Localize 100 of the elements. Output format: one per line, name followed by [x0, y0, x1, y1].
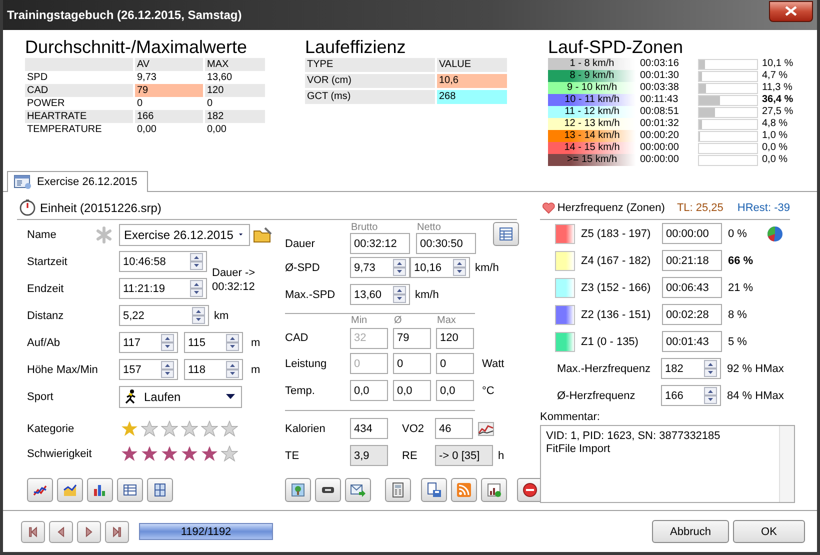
area-chart-button[interactable] — [57, 478, 83, 502]
spin-buttons[interactable] — [190, 280, 203, 297]
time-field[interactable]: 00:32:12 — [350, 233, 410, 254]
time-field[interactable]: 00:02:28 — [662, 304, 722, 325]
mail-forward-icon — [350, 482, 366, 498]
table-cell: GCT (ms) — [305, 90, 435, 104]
line-chart-button[interactable] — [27, 478, 53, 502]
field-label: Sport — [27, 390, 54, 402]
bar-chart-button[interactable] — [87, 478, 113, 502]
readonly-field[interactable]: 3,9 — [350, 445, 388, 466]
time-field[interactable]: 00:30:50 — [416, 233, 476, 254]
spin-buttons[interactable] — [393, 259, 406, 276]
field-label: Kategorie — [27, 422, 76, 434]
column-header: TYPE — [305, 58, 435, 72]
table-cell-text: 9,73 — [136, 71, 158, 84]
zone-label: >= 15 km/h — [548, 154, 636, 166]
window-icon — [14, 175, 32, 189]
unit-label: m — [251, 336, 260, 348]
duration-label: Dauer -> — [212, 267, 256, 279]
table-cell-text: 00:08:51 — [639, 106, 680, 118]
calculator-button[interactable] — [385, 478, 411, 502]
spin-buttons[interactable] — [161, 334, 174, 351]
field-label: Dauer — [285, 238, 316, 250]
field-label: Temp. — [285, 384, 316, 396]
picture-icon — [290, 482, 306, 498]
star-rating[interactable] — [121, 420, 238, 437]
time-field[interactable]: 00:06:43 — [662, 277, 722, 298]
spin-buttons[interactable] — [161, 361, 174, 378]
mail-forward-button[interactable] — [345, 478, 371, 502]
percent-value: 5 % — [728, 336, 747, 348]
spin-buttons[interactable] — [704, 387, 717, 404]
chart-add-icon — [486, 482, 502, 498]
field-label: Name — [27, 228, 58, 240]
scrollbar[interactable] — [779, 426, 794, 502]
spin-buttons[interactable] — [453, 259, 466, 276]
zone-label: 10 - 11 km/h — [548, 94, 636, 106]
panel-heading: Durchschnitt-/Maximalwerte — [25, 36, 248, 58]
spin-buttons[interactable] — [226, 334, 239, 351]
star-rating[interactable] — [121, 445, 238, 462]
table-icon — [498, 226, 514, 242]
table-cell-text: 13,60 — [206, 71, 234, 84]
readonly-field[interactable]: -> 0 [35] — [435, 445, 493, 466]
column-header: VALUE — [437, 58, 507, 72]
spin-buttons[interactable] — [190, 253, 203, 270]
sport-dropdown[interactable]: Laufen — [119, 386, 242, 408]
field-label: VO2 — [401, 422, 426, 434]
star-icon — [161, 445, 178, 462]
save-document-button[interactable] — [421, 478, 447, 502]
zone-label: 9 - 10 km/h — [548, 82, 636, 94]
zone-label: 8 - 9 km/h — [548, 70, 636, 82]
time-field[interactable]: 00:21:18 — [662, 250, 722, 271]
number-field[interactable]: 0 — [436, 353, 474, 374]
field-label: Auf/Ab — [27, 336, 62, 348]
percent-value: 66 % — [728, 254, 754, 266]
first-record-button[interactable] — [21, 520, 45, 542]
spin-buttons[interactable] — [704, 360, 717, 377]
time-field[interactable]: 00:00:00 — [662, 223, 722, 244]
number-field[interactable]: 46 — [435, 418, 473, 439]
split-table-button[interactable] — [147, 478, 173, 502]
tab[interactable]: Exercise 26.12.2015 — [7, 171, 148, 192]
rss-icon — [456, 482, 472, 498]
table-cell-text: 00:00:00 — [639, 142, 680, 154]
close-button[interactable] — [769, 0, 813, 22]
table-button[interactable] — [117, 478, 143, 502]
table-cell: 166 — [135, 110, 203, 123]
ok-button[interactable]: OK — [733, 520, 805, 543]
comment-field[interactable]: VID: 1, PID: 1623, SN: 3877332185 FitFile Import — [540, 425, 795, 503]
percent-value: 27,5 % — [762, 106, 794, 118]
column-caption: Brutto — [350, 222, 379, 232]
number-field[interactable]: 0,0 — [393, 380, 431, 401]
zone-label: Z3 (152 - 166) — [581, 282, 652, 294]
number-field[interactable]: 0,0 — [436, 380, 474, 401]
unit-label: km — [214, 310, 229, 322]
star-icon — [181, 445, 198, 462]
picture-button[interactable] — [285, 478, 311, 502]
last-record-button[interactable] — [105, 520, 129, 542]
spin-buttons[interactable] — [226, 361, 239, 378]
time-field[interactable]: 00:01:43 — [662, 331, 722, 352]
number-field[interactable]: 79 — [393, 328, 431, 348]
column-header: AV — [135, 58, 203, 71]
stopwatch-icon — [19, 199, 36, 216]
number-field[interactable]: 0 — [393, 353, 431, 374]
table-cell: 268 — [437, 90, 507, 104]
number-field[interactable]: 0,0 — [350, 380, 388, 401]
cancel-button[interactable]: Abbruch — [652, 520, 729, 543]
star-icon — [141, 445, 158, 462]
percent-value: 4,8 % — [762, 118, 788, 130]
number-field[interactable]: 434 — [350, 418, 388, 439]
next-record-button[interactable] — [77, 520, 101, 542]
name-dropdown[interactable]: Exercise 26.12.2015 — [119, 224, 250, 246]
spin-buttons[interactable] — [393, 286, 406, 303]
number-field[interactable]: 120 — [436, 328, 474, 348]
unit-label: m — [251, 364, 260, 376]
previous-record-button[interactable] — [49, 520, 73, 542]
field-label: Schwierigkeit — [27, 448, 93, 460]
chart-add-button[interactable] — [481, 478, 507, 502]
field-label: Startzeit — [27, 256, 68, 268]
spin-buttons[interactable] — [192, 307, 205, 324]
table-button[interactable] — [493, 222, 519, 246]
table-cell-text: POWER — [26, 97, 66, 110]
